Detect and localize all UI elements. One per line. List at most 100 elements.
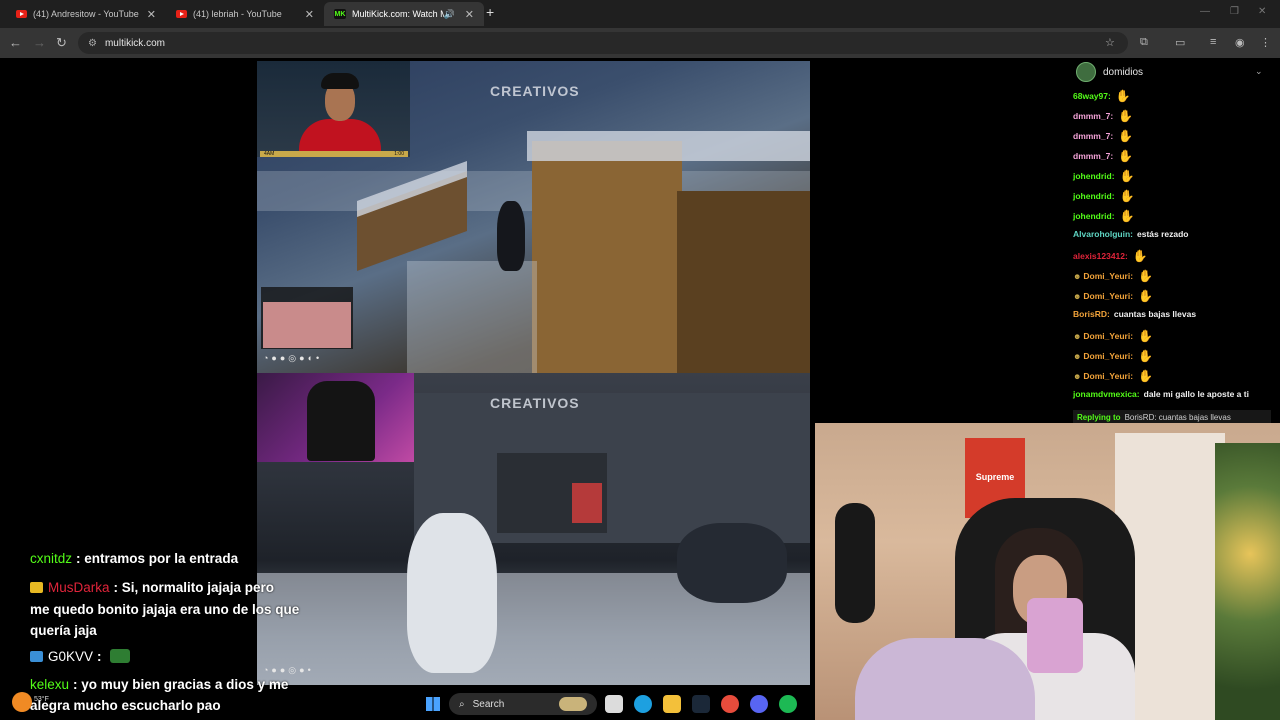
hud-icons: ◔●●◎●• (263, 665, 314, 675)
chat-message-user[interactable]: johendrid: (1073, 171, 1115, 181)
emote-icon: ✋ (1138, 349, 1153, 363)
url-text: multikick.com (104, 37, 165, 49)
avatar (1076, 62, 1096, 82)
cast-icon[interactable]: ▭ (1175, 36, 1185, 49)
profile-icon[interactable]: ◉ (1235, 36, 1245, 49)
tab-multikick[interactable]: MK MultiKick.com: Watch Multi 🔊 ✕ (324, 2, 484, 26)
extensions-icon[interactable]: ⧉ (1140, 36, 1148, 49)
chat-message-user[interactable]: Domi_Yeuri: (1083, 291, 1133, 301)
minimize-icon[interactable]: — (1200, 6, 1210, 17)
chat-message-text: dale mi gallo le aposte a ti (1143, 389, 1249, 399)
tab-lebriah[interactable]: (41) lebriah - YouTube ✕ (166, 2, 324, 26)
youtube-icon (16, 10, 27, 18)
stream-player-bottom[interactable]: CREATIVOS ◔●●◎●• (257, 373, 810, 685)
chat-message-user[interactable]: Alvaroholguin: (1073, 229, 1133, 239)
stream-player-top[interactable]: CREATIVOS 4AM 1:00 ◔●●◎●◐• (257, 61, 810, 373)
overlay-chat-text: : entramos por la entrada (76, 551, 239, 566)
microphone (835, 503, 875, 623)
creativos-watermark: CREATIVOS (490, 83, 580, 99)
user-badge-icon: ☻ (1073, 331, 1082, 341)
task-view-icon[interactable] (605, 695, 623, 713)
file-explorer-icon[interactable] (663, 695, 681, 713)
media-control-icon[interactable]: ≡ (1210, 36, 1216, 48)
overlay-chat-line: G0KVV: (30, 649, 130, 664)
chat-message: johendrid: ✋ (1073, 169, 1135, 183)
chat-message-user[interactable]: dmmm_7: (1073, 111, 1113, 121)
overlay-chat-line: cxnitdz: entramos por la entrada (30, 551, 238, 566)
start-button[interactable] (426, 697, 440, 711)
user-badge-icon (30, 582, 43, 593)
user-badge-icon: ☻ (1073, 371, 1082, 381)
site-settings-icon[interactable]: ⚙ (88, 38, 97, 49)
search-label: Search (472, 698, 505, 710)
youtube-icon (176, 10, 187, 18)
back-icon[interactable]: ← (9, 35, 22, 51)
minimap (261, 287, 353, 349)
chat-message-user[interactable]: Domi_Yeuri: (1083, 331, 1133, 341)
chat-message-user[interactable]: Domi_Yeuri: (1083, 351, 1133, 361)
chat-message: ☻ Domi_Yeuri: ✋ (1073, 329, 1153, 343)
chat-message-user[interactable]: BorisRD: (1073, 309, 1110, 319)
emote-icon: ✋ (1115, 89, 1131, 103)
overlay-chat-user: MusDarka (48, 580, 110, 595)
new-tab-button[interactable]: + (486, 4, 494, 20)
emote-icon: ✋ (1138, 369, 1153, 383)
weather-icon[interactable] (12, 692, 32, 712)
emote-icon (109, 649, 130, 663)
chevron-down-icon[interactable]: ⌄ (1255, 66, 1263, 77)
chat-user-selector[interactable]: domidios (1076, 62, 1143, 82)
hud-icons: ◔●●◎●◐• (263, 353, 323, 363)
emote-icon: ✋ (1138, 289, 1153, 303)
emote-icon: ✋ (1119, 209, 1135, 223)
discord-icon[interactable] (750, 695, 768, 713)
search-highlight-icon (559, 697, 587, 711)
forward-icon[interactable]: → (33, 35, 46, 51)
spotify-icon[interactable] (779, 695, 797, 713)
creativos-watermark: CREATIVOS (490, 395, 580, 411)
streamer-facecam-top: 4AM 1:00 (257, 61, 410, 157)
steam-icon[interactable] (692, 695, 710, 713)
chrome-icon[interactable] (721, 695, 739, 713)
window-close-icon[interactable]: ✕ (1258, 6, 1266, 17)
chat-message-user[interactable]: 68way97: (1073, 91, 1111, 101)
address-bar[interactable]: ⚙ multikick.com (78, 32, 1128, 54)
chat-message-user[interactable]: Domi_Yeuri: (1083, 371, 1133, 381)
tab-andresitow[interactable]: (41) Andresitow - YouTube ✕ (6, 2, 166, 26)
menu-icon[interactable]: ⋮ (1260, 36, 1271, 49)
chat-message: Alvaroholguin: estás rezado (1073, 229, 1188, 239)
streamer-facecam-bottom (257, 373, 414, 462)
hud-info-bar: 4AM 1:00 (260, 151, 408, 157)
close-icon[interactable]: ✕ (147, 8, 156, 21)
edge-icon[interactable] (634, 695, 652, 713)
overlay-chat-user: G0KVV (48, 649, 94, 664)
emote-icon: ✋ (1132, 249, 1148, 263)
reply-prefix: Replying to (1077, 412, 1121, 422)
chat-message-user[interactable]: johendrid: (1073, 211, 1115, 221)
chat-message-user[interactable]: johendrid: (1073, 191, 1115, 201)
bookmark-star-icon[interactable]: ☆ (1105, 36, 1115, 49)
speaker-icon[interactable]: 🔊 (444, 9, 455, 20)
chat-message: dmmm_7: ✋ (1073, 109, 1133, 123)
chat-message-user[interactable]: jonamdvmexica: (1073, 389, 1140, 399)
emote-icon: ✋ (1118, 109, 1134, 123)
overlay-chat-text: quería jaja (30, 623, 97, 638)
chat-message-user[interactable]: dmmm_7: (1073, 151, 1113, 161)
close-icon[interactable]: ✕ (305, 8, 314, 21)
temperature: 53°F (34, 696, 49, 703)
search-box[interactable]: ⌕ Search (449, 693, 597, 715)
chat-message-text: estás rezado (1136, 229, 1189, 239)
user-badge-icon: ☻ (1073, 291, 1082, 301)
emote-icon: ✋ (1138, 269, 1153, 283)
reload-icon[interactable]: ↻ (56, 35, 67, 51)
emote-icon: ✋ (1119, 169, 1135, 183)
maximize-icon[interactable]: ❐ (1230, 6, 1239, 17)
chat-message: dmmm_7: ✋ (1073, 149, 1133, 163)
chat-message: ☻ Domi_Yeuri: ✋ (1073, 269, 1153, 283)
reply-bar[interactable]: Replying to BorisRD: cuantas bajas lleva… (1073, 410, 1271, 424)
overlay-chat-line: MusDarka: Si, normalito jajaja pero (30, 580, 274, 595)
overlay-chat-text: : (97, 649, 102, 664)
chat-message-user[interactable]: alexis123412: (1073, 251, 1128, 261)
close-icon[interactable]: ✕ (465, 8, 474, 21)
chat-message-user[interactable]: dmmm_7: (1073, 131, 1113, 141)
chat-message-user[interactable]: Domi_Yeuri: (1083, 271, 1133, 281)
